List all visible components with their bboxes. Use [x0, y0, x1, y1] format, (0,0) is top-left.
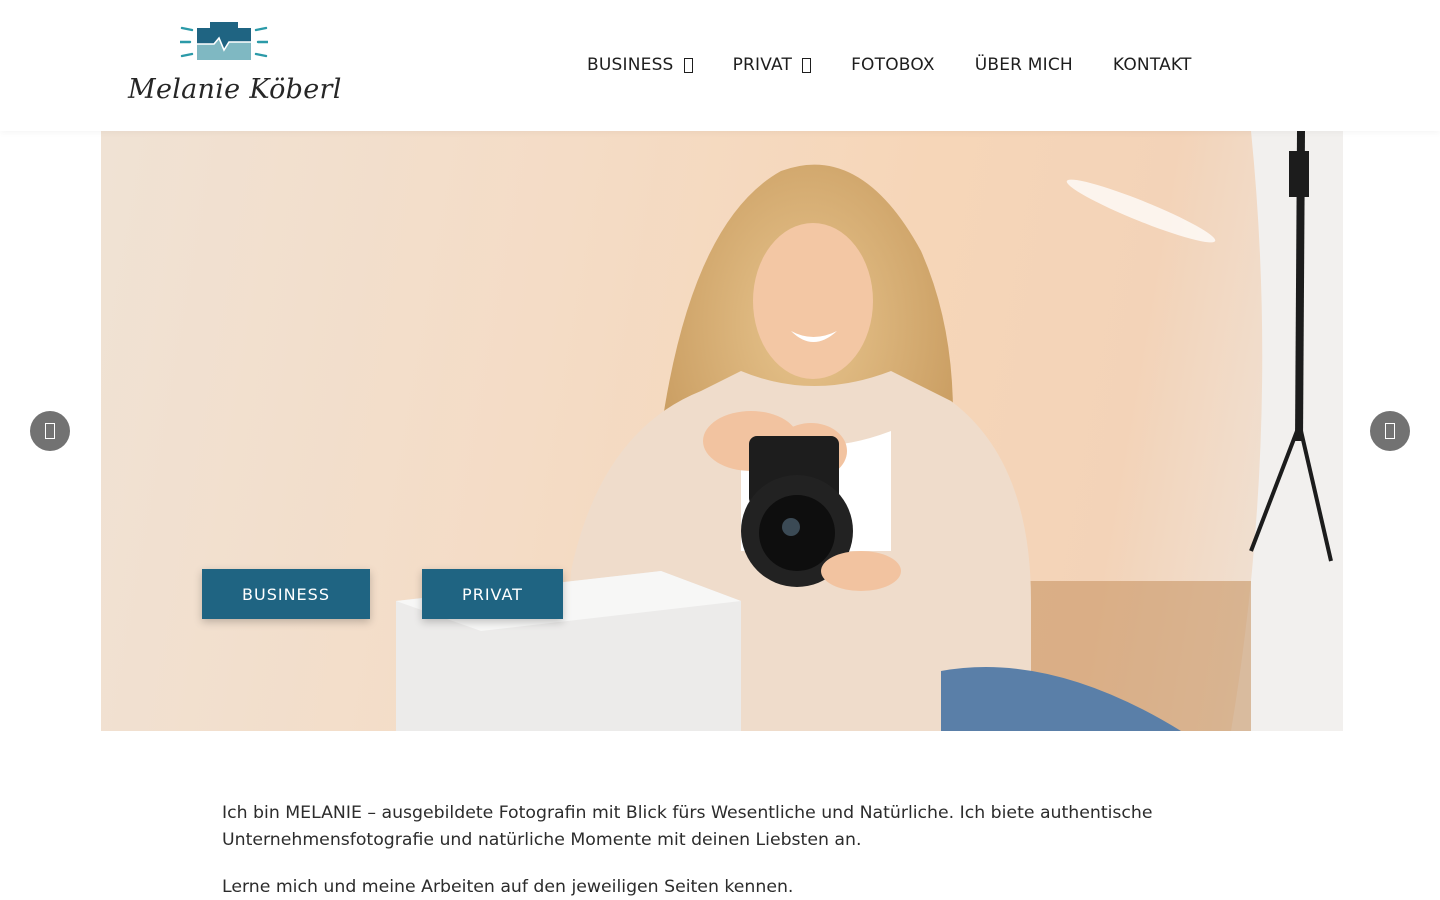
intro-paragraph: Lerne mich und meine Arbeiten auf den je…: [222, 877, 794, 897]
nav-item-kontakt[interactable]: KONTAKT: [1113, 55, 1192, 75]
main-navigation: BUSINESS PRIVAT FOTOBOX ÜBER MICH KONTAK…: [587, 52, 1192, 78]
site-header: Melanie Köberl BUSINESS PRIVAT FOTOBOX Ü…: [0, 0, 1440, 131]
chevron-left-icon: [45, 423, 55, 439]
business-button[interactable]: BUSINESS: [202, 569, 370, 619]
nav-item-label: FOTOBOX: [851, 55, 935, 75]
intro-paragraph: Ich bin MELANIE – ausgebildete Fotografi…: [222, 803, 1153, 850]
hero-photo: [396, 131, 1343, 731]
nav-item-business[interactable]: BUSINESS: [587, 55, 693, 75]
nav-item-label: BUSINESS: [587, 55, 674, 75]
nav-item-ueber-mich[interactable]: ÜBER MICH: [975, 55, 1073, 75]
slider-prev-button[interactable]: [30, 411, 70, 451]
hero-slider: BUSINESS PRIVAT: [101, 131, 1343, 731]
nav-item-fotobox[interactable]: FOTOBOX: [851, 55, 935, 75]
nav-item-label: PRIVAT: [732, 55, 793, 75]
privat-button[interactable]: PRIVAT: [422, 569, 563, 619]
logo-wordmark: Melanie Köberl: [128, 74, 342, 105]
site-logo[interactable]: Melanie Köberl: [128, 16, 342, 114]
chevron-down-icon: [683, 57, 693, 73]
chevron-right-icon: [1385, 423, 1395, 439]
nav-item-privat[interactable]: PRIVAT: [733, 55, 812, 75]
slider-next-button[interactable]: [1370, 411, 1410, 451]
nav-item-label: KONTAKT: [1112, 55, 1192, 75]
chevron-down-icon: [802, 57, 812, 73]
nav-item-label: ÜBER MICH: [974, 55, 1073, 75]
intro-section: Ich bin MELANIE – ausgebildete Fotografi…: [222, 800, 1222, 900]
camera-logo-icon: [180, 22, 268, 60]
